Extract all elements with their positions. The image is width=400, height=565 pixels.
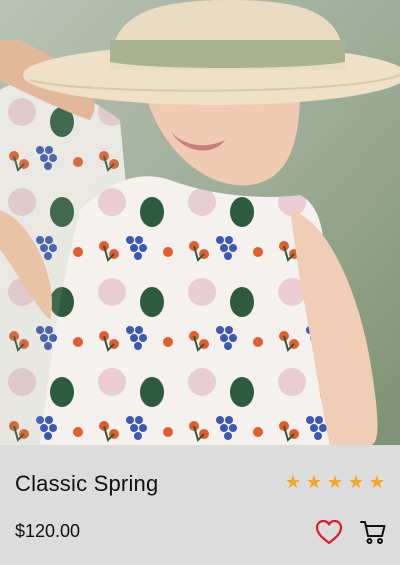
product-photo[interactable] xyxy=(0,0,400,445)
star-icon: ★ xyxy=(368,472,386,492)
product-info-panel: Classic Spring ★ ★ ★ ★ ★ $120.00 xyxy=(0,445,400,565)
cart-icon xyxy=(360,521,386,544)
add-to-cart-button[interactable] xyxy=(358,517,388,547)
product-image xyxy=(0,0,400,445)
product-actions xyxy=(314,517,388,547)
product-price: $120.00 xyxy=(15,521,81,541)
star-icon: ★ xyxy=(347,472,365,492)
favorite-button[interactable] xyxy=(314,517,344,547)
rating-stars: ★ ★ ★ ★ ★ xyxy=(284,473,386,491)
product-title: Classic Spring xyxy=(15,471,159,496)
heart-icon xyxy=(315,519,343,545)
star-icon: ★ xyxy=(284,472,302,492)
product-card[interactable]: Classic Spring ★ ★ ★ ★ ★ $120.00 xyxy=(0,0,400,565)
star-icon: ★ xyxy=(326,472,344,492)
star-icon: ★ xyxy=(305,472,323,492)
